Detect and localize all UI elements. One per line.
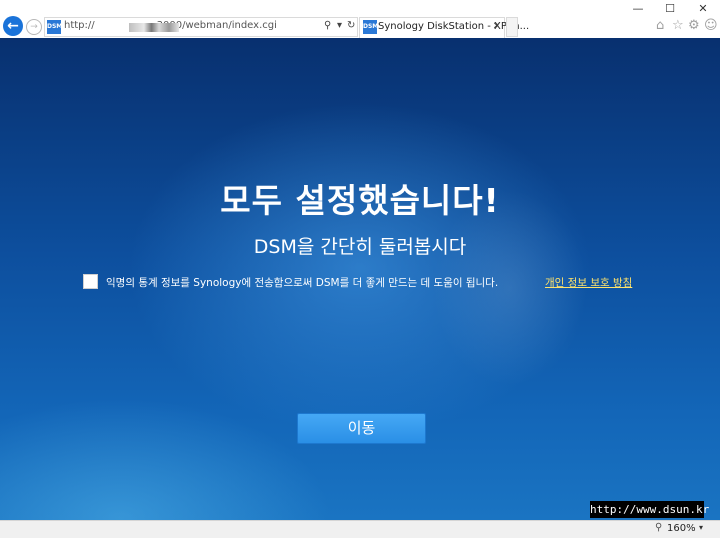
address-bar[interactable]: DSM http://3000/webman/index.cgi ⚲ ▾ ↻	[44, 17, 358, 37]
browser-window: — ☐ ✕ ← → DSM http://3000/webman/index.c…	[0, 0, 720, 538]
browser-titlebar: — ☐ ✕ ← → DSM http://3000/webman/index.c…	[0, 0, 720, 38]
maximize-button[interactable]: ☐	[655, 0, 685, 18]
page-subtitle: DSM을 간단히 둘러봅시다	[253, 236, 467, 258]
chevron-down-icon[interactable]: ▾	[699, 523, 703, 532]
zoom-level[interactable]: 160%	[667, 523, 696, 534]
page-title: 모두 설정했습니다!	[220, 181, 500, 220]
zoom-icon[interactable]: ⚲	[655, 522, 662, 533]
dsm-setup-complete-page: 모두 설정했습니다! DSM을 간단히 둘러봅시다 익명의 통계 정보를 Syn…	[0, 38, 720, 520]
statistics-consent-checkbox[interactable]	[83, 274, 98, 289]
back-button[interactable]: ←	[3, 16, 23, 36]
close-icon[interactable]: ✕	[493, 21, 501, 32]
tab-synology-diskstation[interactable]: DSM Synology DiskStation - XPEn... ✕	[359, 17, 529, 38]
close-window-button[interactable]: ✕	[688, 0, 718, 18]
dsm-favicon-icon: DSM	[47, 20, 62, 34]
chevron-down-icon[interactable]: ▾	[337, 20, 342, 31]
refresh-icon[interactable]: ↻	[347, 20, 355, 31]
gear-icon[interactable]: ⚙	[688, 18, 700, 33]
home-icon[interactable]: ⌂	[656, 18, 664, 33]
dsm-favicon-icon: DSM	[363, 20, 378, 34]
privacy-policy-link[interactable]: 개인 정보 보호 방침	[545, 275, 632, 290]
minimize-button[interactable]: —	[623, 0, 653, 18]
star-icon[interactable]: ☆	[672, 18, 684, 33]
watermark: http://www.dsun.kr	[590, 501, 710, 518]
statistics-consent-label: 익명의 통계 정보를 Synology에 전송함으로써 DSM를 더 좋게 만드…	[106, 277, 499, 289]
search-icon[interactable]: ⚲	[324, 20, 331, 31]
forward-button[interactable]: →	[26, 19, 42, 35]
new-tab-button[interactable]	[506, 17, 518, 37]
address-redaction	[129, 23, 179, 32]
arrow-left-icon: ←	[7, 18, 19, 34]
smiley-icon[interactable]: ☺	[704, 18, 718, 33]
go-button[interactable]: 이동	[297, 413, 426, 444]
status-bar: ⚲ 160% ▾	[0, 520, 720, 538]
arrow-right-icon: →	[30, 22, 38, 32]
